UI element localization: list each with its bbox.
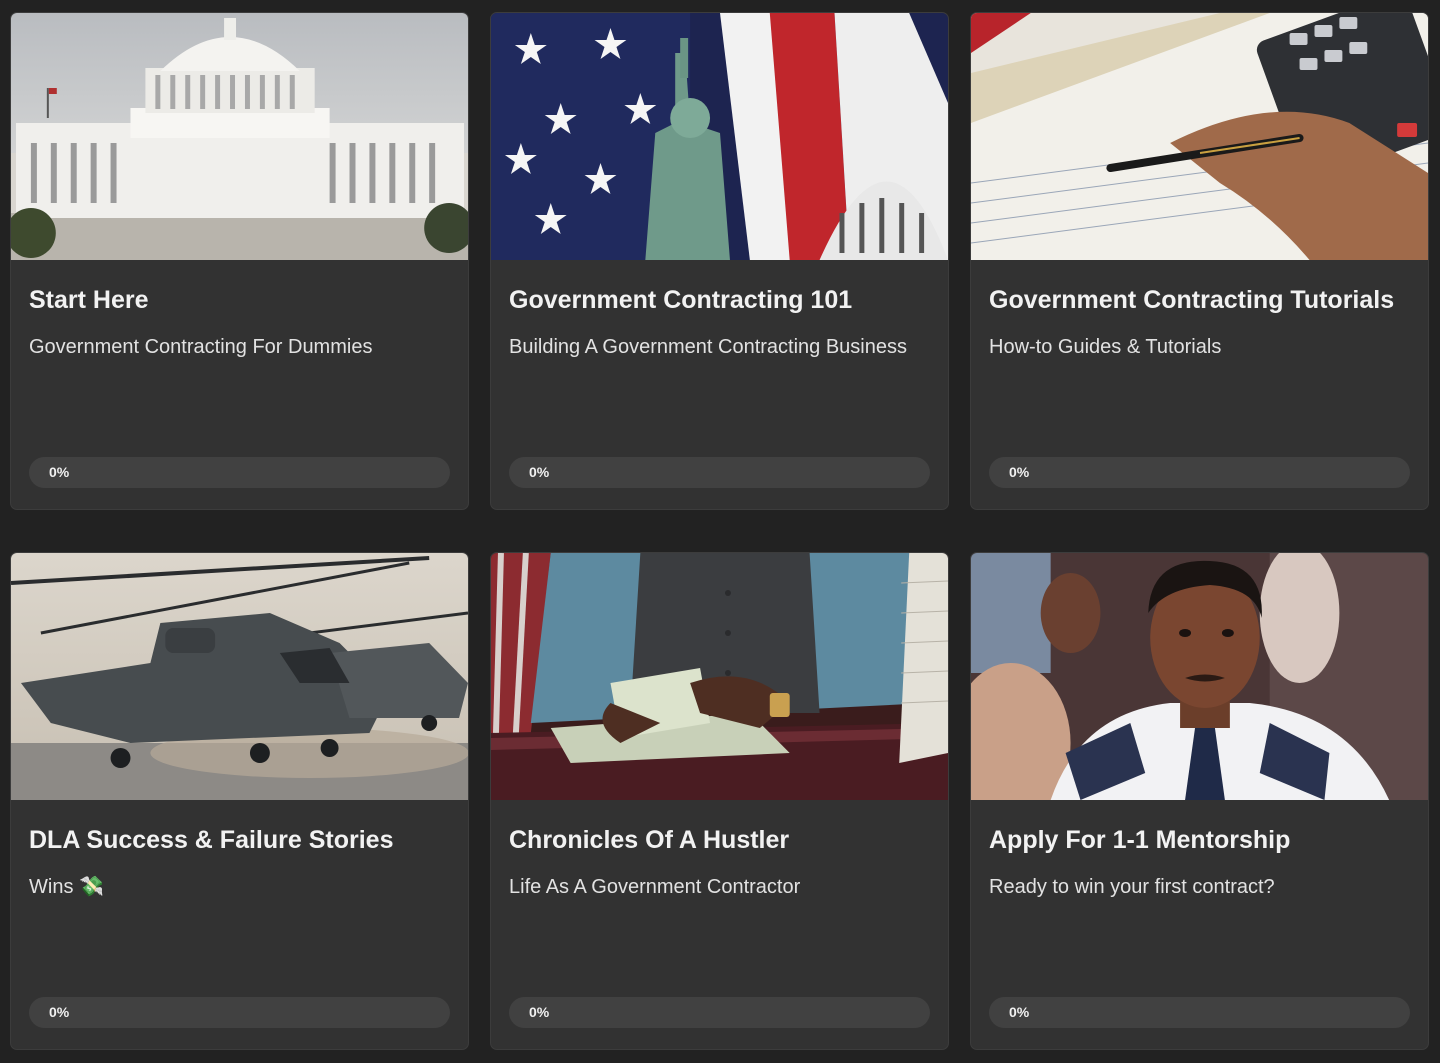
progress-label: 0% [529, 464, 550, 480]
progress-label: 0% [1009, 1004, 1030, 1020]
course-title: Chronicles Of A Hustler [509, 826, 790, 854]
course-title: Government Contracting Tutorials [989, 286, 1395, 314]
progress-label: 0% [49, 464, 70, 480]
progress-bar: 0% [29, 457, 450, 488]
capitol-building-image [11, 13, 468, 260]
contract-signing-image [971, 13, 1428, 260]
progress-label: 0% [1009, 464, 1030, 480]
course-title: DLA Success & Failure Stories [29, 826, 394, 854]
course-subtitle: Building A Government Contracting Busine… [509, 336, 907, 358]
course-grid: Start Here Government Contracting For Du… [10, 12, 1430, 1050]
course-card-apply-for-mentorship[interactable]: Apply For 1-1 Mentorship Ready to win yo… [970, 552, 1429, 1050]
mentor-portrait-image [971, 553, 1428, 800]
progress-bar: 0% [509, 457, 930, 488]
course-subtitle: Life As A Government Contractor [509, 876, 801, 898]
course-card-government-contracting-101[interactable]: Government Contracting 101 Building A Go… [490, 12, 949, 510]
course-subtitle: Ready to win your first contract? [989, 876, 1275, 898]
course-subtitle: How-to Guides & Tutorials [989, 336, 1222, 358]
course-title: Start Here [29, 286, 149, 314]
counting-money-image [491, 553, 948, 800]
course-card-start-here[interactable]: Start Here Government Contracting For Du… [10, 12, 469, 510]
progress-bar: 0% [989, 457, 1410, 488]
course-subtitle: Government Contracting For Dummies [29, 336, 373, 358]
course-title: Government Contracting 101 [509, 286, 853, 314]
course-subtitle: Wins 💸 [29, 876, 104, 898]
progress-bar: 0% [509, 997, 930, 1028]
course-card-government-contracting-tutorials[interactable]: Government Contracting Tutorials How-to … [970, 12, 1429, 510]
progress-label: 0% [49, 1004, 70, 1020]
progress-bar: 0% [29, 997, 450, 1028]
statue-of-liberty-flag-image [491, 13, 948, 260]
military-helicopters-image [11, 553, 468, 800]
course-card-chronicles-of-a-hustler[interactable]: Chronicles Of A Hustler Life As A Govern… [490, 552, 949, 1050]
course-title: Apply For 1-1 Mentorship [989, 826, 1291, 854]
progress-bar: 0% [989, 997, 1410, 1028]
progress-label: 0% [529, 1004, 550, 1020]
course-card-dla-success-failure-stories[interactable]: DLA Success & Failure Stories Wins 💸 0% [10, 552, 469, 1050]
